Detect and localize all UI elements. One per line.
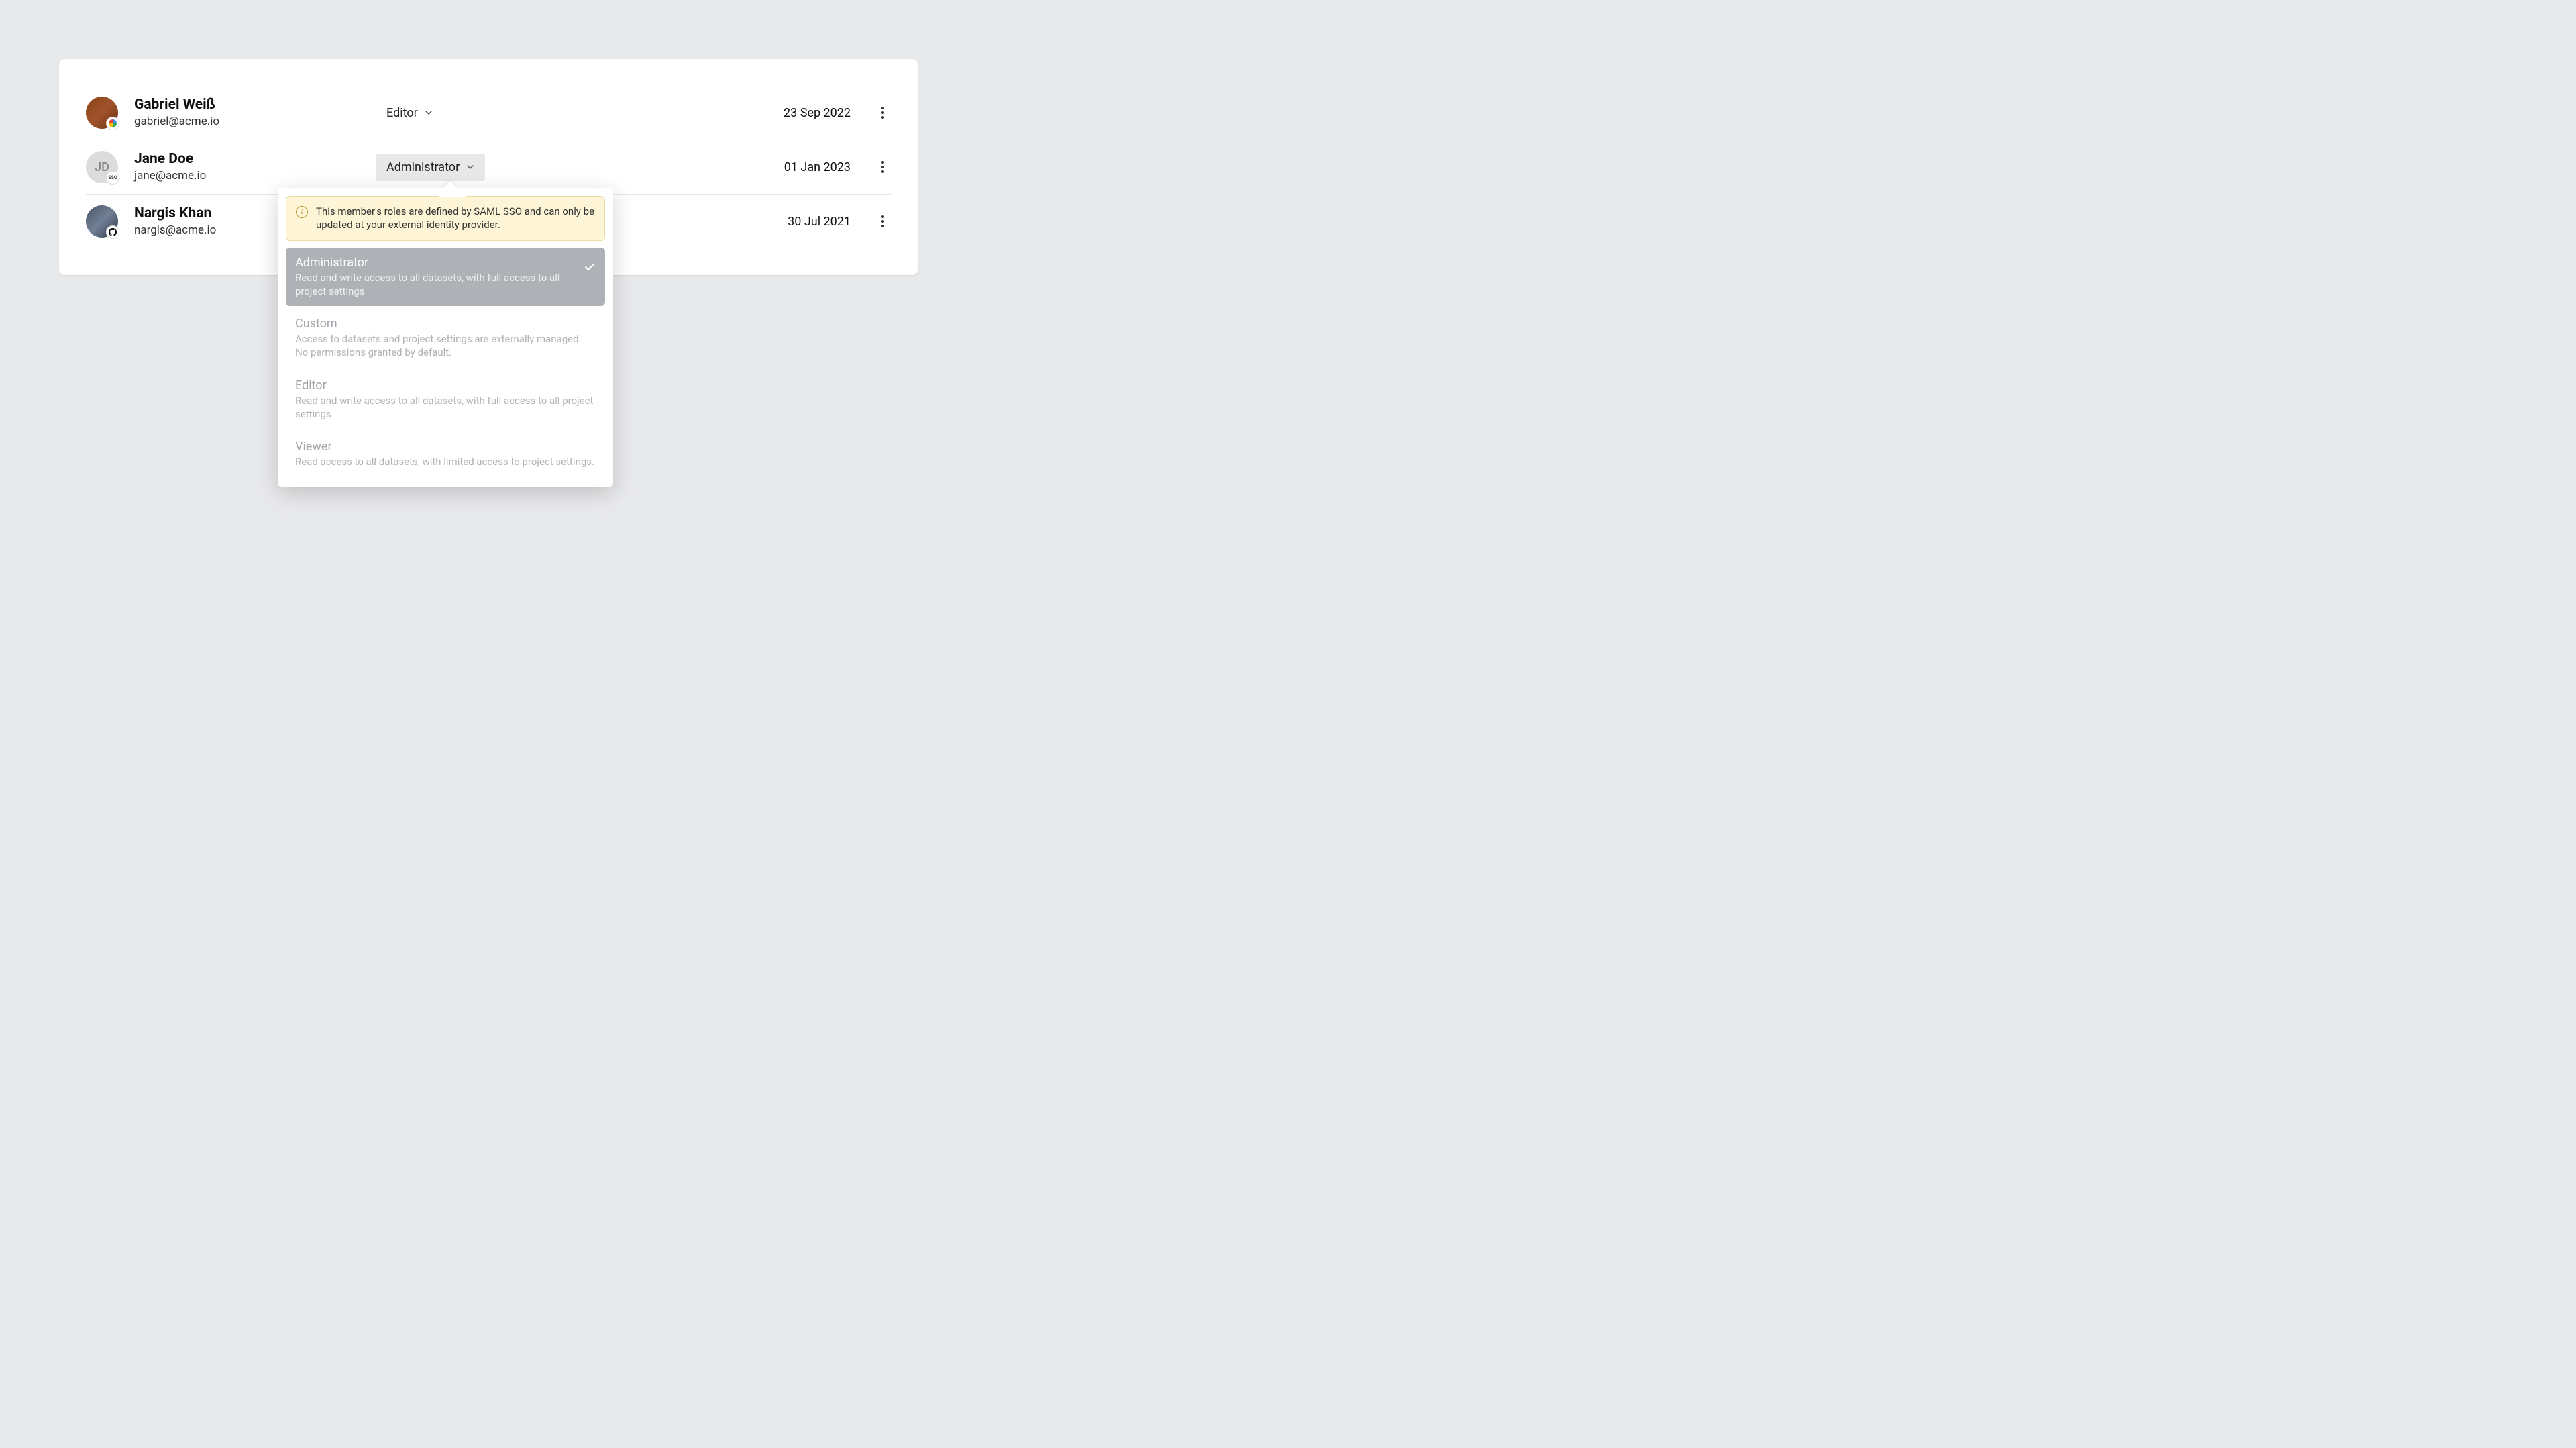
role-cell: Administrator [362,154,716,181]
more-menu-button[interactable] [875,213,891,229]
role-label: Editor [386,106,418,120]
member-date: 30 Jul 2021 [716,215,851,229]
sso-icon: SSO [106,171,119,185]
member-date: 23 Sep 2022 [716,106,851,120]
member-row: JD SSO Jane Doe jane@acme.io Administrat… [86,140,891,195]
github-icon [106,225,119,239]
option-title: Viewer [295,439,594,454]
option-title: Custom [295,317,596,331]
member-name: Gabriel Weiß [134,97,362,113]
option-desc: Read access to all datasets, with limite… [295,455,594,468]
check-icon [584,261,596,276]
option-title: Editor [295,378,596,393]
info-icon: i [296,206,308,218]
member-email: gabriel@acme.io [134,114,362,129]
chevron-down-icon [466,163,474,171]
role-label: Administrator [386,160,460,174]
member-date: 01 Jan 2023 [716,160,851,174]
option-desc: Read and write access to all datasets, w… [295,394,596,421]
option-desc: Access to datasets and project settings … [295,332,596,360]
notice-text: This member's roles are defined by SAML … [316,205,595,232]
role-cell: Editor [362,99,716,127]
role-dropdown: i This member's roles are defined by SAM… [278,188,613,487]
avatar [86,205,118,238]
option-desc: Read and write access to all datasets, w… [295,271,584,299]
chevron-down-icon [425,109,433,117]
avatar [86,97,118,129]
role-selector[interactable]: Administrator [376,154,485,181]
member-email: jane@acme.io [134,168,362,183]
google-icon [106,117,119,130]
member-name: Jane Doe [134,151,362,168]
role-option-administrator[interactable]: Administrator Read and write access to a… [286,248,605,307]
member-identity: Jane Doe jane@acme.io [134,151,362,183]
role-option-editor[interactable]: Editor Read and write access to all data… [286,370,605,429]
avatar: JD SSO [86,151,118,183]
role-option-custom[interactable]: Custom Access to datasets and project se… [286,309,605,368]
sso-notice: i This member's roles are defined by SAM… [286,196,605,241]
member-row: Gabriel Weiß gabriel@acme.io Editor 23 S… [86,86,891,140]
more-menu-button[interactable] [875,105,891,121]
option-title: Administrator [295,256,584,270]
more-menu-button[interactable] [875,159,891,175]
role-option-viewer[interactable]: Viewer Read access to all datasets, with… [286,431,605,476]
role-selector[interactable]: Editor [376,99,443,127]
member-identity: Gabriel Weiß gabriel@acme.io [134,97,362,128]
